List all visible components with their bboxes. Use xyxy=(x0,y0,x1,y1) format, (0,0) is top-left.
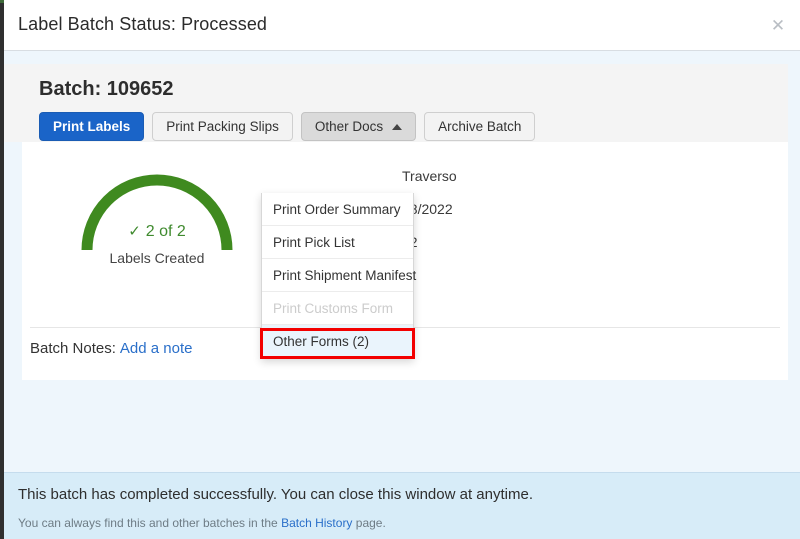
menu-item-print-shipment-manifest[interactable]: Print Shipment Manifest xyxy=(262,259,416,292)
page-body: Batch: 109652 Print Labels Print Packing… xyxy=(4,51,800,539)
batch-detail-list: Traverso 18/2022 22 xyxy=(402,160,732,259)
menu-item-other-forms[interactable]: Other Forms (2) xyxy=(262,325,413,358)
print-labels-button[interactable]: Print Labels xyxy=(39,112,145,141)
footer-status-message: This batch has completed successfully. Y… xyxy=(18,486,533,503)
batch-history-link[interactable]: Batch History xyxy=(281,516,352,530)
detail-row: 22 xyxy=(402,226,732,259)
gauge-arc-icon xyxy=(81,174,233,251)
check-icon: ✓ xyxy=(128,223,141,240)
page-title: Batch: 109652 xyxy=(39,78,174,100)
archive-batch-button[interactable]: Archive Batch xyxy=(424,112,536,141)
gauge-label: Labels Created xyxy=(109,250,205,266)
batch-header-panel: Batch: 109652 Print Labels Print Packing… xyxy=(4,64,788,142)
other-docs-dropdown-menu: Print Order Summary Print Pick List Prin… xyxy=(261,193,416,359)
menu-item-print-pick-list[interactable]: Print Pick List xyxy=(262,226,413,259)
menu-item-print-customs-form: Print Customs Form xyxy=(262,292,413,325)
detail-row: 18/2022 xyxy=(402,201,453,217)
label-batch-status-window: Label Batch Status: Processed ✕ Batch: 1… xyxy=(0,0,800,539)
status-footer: This batch has completed successfully. Y… xyxy=(4,472,800,539)
gauge-count: ✓ 2 of 2 xyxy=(42,222,272,241)
footer-hint-after: page. xyxy=(355,516,386,530)
window-left-chrome xyxy=(0,0,4,539)
window-title: Label Batch Status: Processed xyxy=(18,14,268,34)
add-a-note-link[interactable]: Add a note xyxy=(120,340,193,357)
window-left-chrome-accent xyxy=(0,0,4,3)
gauge-count-value: 2 of 2 xyxy=(145,223,186,240)
footer-hint: You can always find this and other batch… xyxy=(18,516,386,530)
window-titlebar: Label Batch Status: Processed ✕ xyxy=(4,0,800,51)
other-docs-label: Other Docs xyxy=(314,119,384,134)
batch-notes-row: Batch Notes: Add a note xyxy=(30,340,192,357)
print-packing-slips-button[interactable]: Print Packing Slips xyxy=(152,112,293,141)
other-docs-button[interactable]: Other Docs xyxy=(300,112,417,141)
close-icon[interactable]: ✕ xyxy=(768,16,788,36)
labels-created-gauge: ✓ 2 of 2 Labels Created xyxy=(42,150,272,280)
batch-action-toolbar: Print Labels Print Packing Slips Other D… xyxy=(39,112,536,141)
footer-hint-before: You can always find this and other batch… xyxy=(18,516,278,530)
menu-item-print-order-summary[interactable]: Print Order Summary xyxy=(262,193,413,226)
detail-row: Traverso xyxy=(402,168,457,184)
caret-up-icon xyxy=(392,123,403,130)
batch-notes-label: Batch Notes: xyxy=(30,340,116,357)
